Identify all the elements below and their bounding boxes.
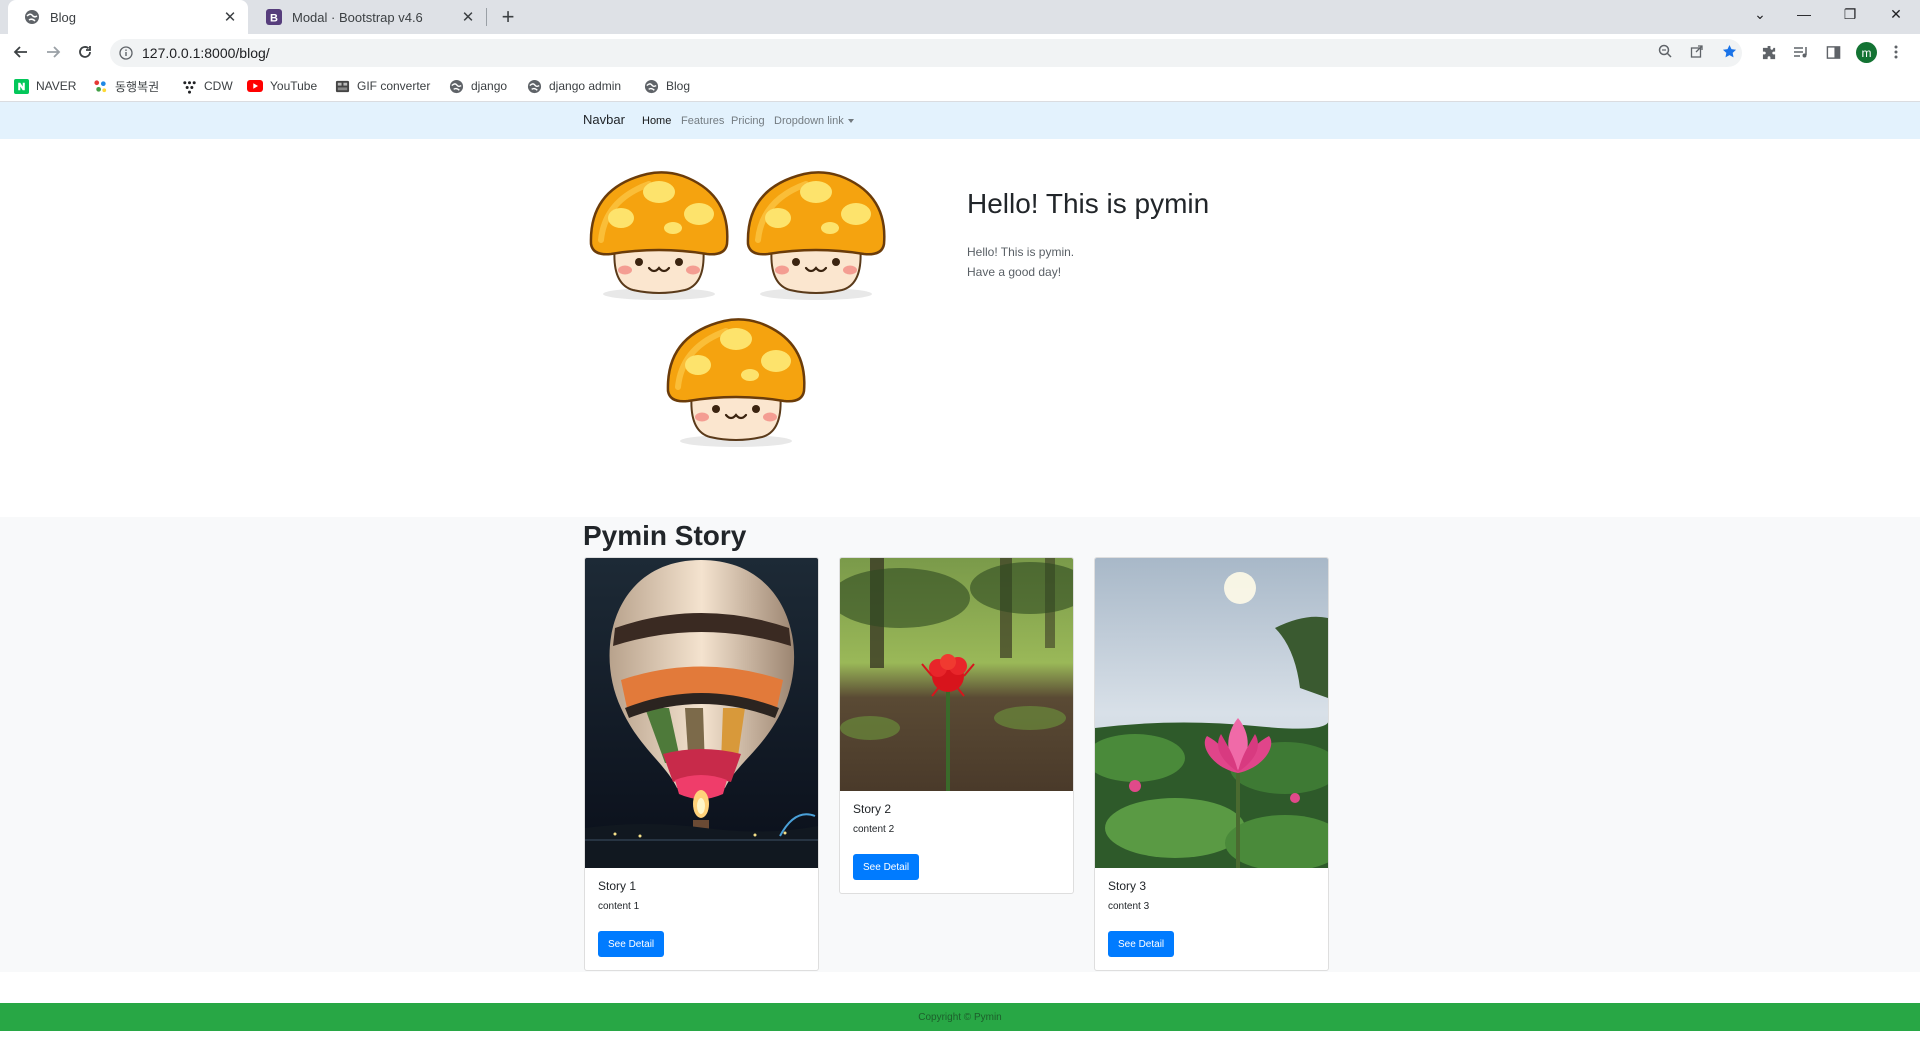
bookmark-youtube[interactable]: YouTube [247,76,317,96]
new-tab-button[interactable]: + [494,4,522,29]
naver-icon [13,78,29,94]
close-icon[interactable]: ✕ [458,7,478,27]
profile-avatar[interactable]: m [1856,42,1877,63]
star-icon[interactable] [1718,40,1740,62]
restore-button[interactable]: ❐ [1830,0,1870,28]
nav-link-pricing[interactable]: Pricing [731,115,765,127]
side-panel-icon[interactable] [1821,40,1845,64]
close-icon[interactable]: ✕ [220,7,240,27]
site-navbar: Navbar Home Features Pricing Dropdown li… [0,102,1920,139]
share-icon[interactable] [1686,40,1708,62]
minimize-button[interactable]: — [1784,0,1824,28]
gif-icon [334,78,350,94]
hero-title: Hello! This is pymin [967,188,1210,219]
bookmark-label: GIF converter [357,79,431,93]
see-detail-button[interactable]: See Detail [853,854,920,880]
globe-icon [448,78,464,94]
bookmark-label: CDW [204,79,233,93]
site-footer: Copyright © Pymin [0,1003,1920,1031]
back-button[interactable] [7,40,35,64]
svg-text:B: B [270,13,278,25]
url-text: 127.0.0.1:8000/blog/ [142,45,270,61]
mushroom-image [585,166,733,304]
media-control-icon[interactable] [1789,40,1813,64]
forward-button[interactable] [39,40,67,64]
tab-title: Modal · Bootstrap v4.6 [292,9,423,25]
card-title: Story 2 [853,802,892,816]
bookmark-blog[interactable]: Blog [643,76,690,96]
bookmark-cdw[interactable]: CDW [181,76,233,96]
tab-search-icon[interactable]: ⌄ [1740,0,1780,28]
arrow-right-icon [47,46,61,58]
address-bar[interactable]: 127.0.0.1:8000/blog/ [110,39,1742,67]
navbar-brand[interactable]: Navbar [583,112,625,127]
zoom-icon[interactable] [1654,40,1676,62]
mushroom-image [662,313,810,451]
bookmark-naver[interactable]: NAVER [13,76,76,96]
tab-blog[interactable]: Blog ✕ [8,0,248,34]
tab-title: Blog [50,9,77,25]
bookmarks-bar: NAVER 동행복권 CDW YouTube GIF converter dja… [0,70,1920,102]
bookmark-lottery[interactable]: 동행복권 [92,76,159,96]
bookmark-django[interactable]: django [448,76,507,96]
card-text: content 1 [598,901,640,912]
story-card-3: Story 3 content 3 See Detail [1094,557,1329,971]
lotus-photo [1095,558,1328,868]
bookmark-gif-converter[interactable]: GIF converter [334,76,430,96]
bookmark-label: YouTube [270,79,318,93]
window-close-button[interactable]: ✕ [1876,0,1916,28]
bookmark-label: NAVER [36,79,77,93]
reload-icon [79,46,91,58]
globe-icon [526,78,542,94]
mushroom-image [742,166,890,304]
bookmark-label: Blog [666,79,691,93]
balloon-photo [585,558,818,868]
bootstrap-icon: B [266,9,282,25]
nav-link-home[interactable]: Home [642,115,671,127]
card-title: Story 1 [598,879,637,893]
browser-toolbar: 127.0.0.1:8000/blog/ [0,34,1920,70]
lottery-icon [92,78,108,94]
nav-link-dropdown[interactable]: Dropdown link [774,115,854,127]
card-title: Story 3 [1108,879,1147,893]
story-heading: Pymin Story [583,520,747,551]
info-icon[interactable] [118,45,134,61]
globe-icon [24,9,40,25]
see-detail-button[interactable]: See Detail [1108,931,1175,957]
bookmark-label: django [471,79,508,93]
card-text: content 2 [853,824,895,835]
youtube-icon [247,78,263,94]
tab-strip: Blog ✕ B Modal · Bootstrap v4.6 ✕ + ⌄ — … [0,0,1920,34]
tab-separator [486,8,487,26]
globe-icon [643,78,659,94]
dots-icon [181,78,197,94]
bookmark-django-admin[interactable]: django admin [526,76,621,96]
copyright-text: Copyright © Pymin [918,1011,1002,1023]
tab-bootstrap-modal[interactable]: B Modal · Bootstrap v4.6 ✕ [250,0,486,34]
menu-kebab-icon[interactable] [1884,40,1908,64]
extensions-icon[interactable] [1757,40,1781,64]
red-flower-photo [840,558,1073,791]
hero-text-line-1: Hello! This is pymin. [967,245,1075,259]
hero-text-line-2: Have a good day! [967,265,1062,279]
bookmark-label: 동행복권 [115,79,160,94]
arrow-left-icon [13,46,27,58]
see-detail-button[interactable]: See Detail [598,931,665,957]
reload-button[interactable] [71,40,99,64]
story-card-1: Story 1 content 1 See Detail [584,557,819,971]
nav-link-features[interactable]: Features [681,115,724,127]
dropdown-label: Dropdown link [774,115,844,127]
card-text: content 3 [1108,901,1150,912]
story-card-2: Story 2 content 2 See Detail [839,557,1074,894]
caret-down-icon [847,119,854,124]
bookmark-label: django admin [549,79,622,93]
